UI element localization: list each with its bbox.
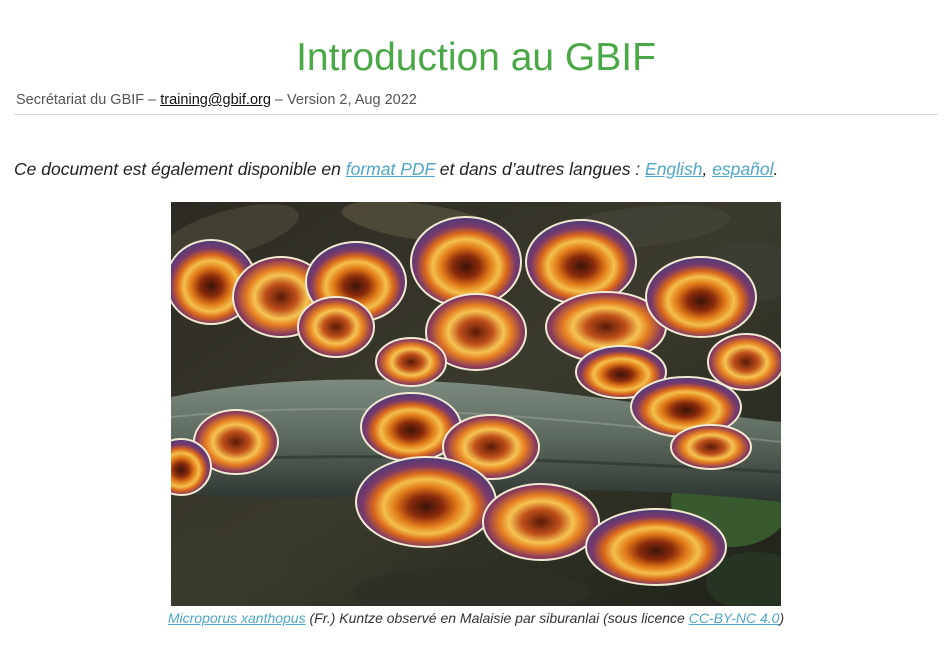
language-separator: , [702, 159, 708, 179]
species-link[interactable]: Microporus xanthopus [168, 610, 306, 626]
figure-caption: Microporus xanthopus (Fr.) Kuntze observ… [0, 608, 952, 628]
availability-note: Ce document est également disponible en … [14, 157, 778, 181]
pdf-link[interactable]: format PDF [346, 159, 435, 179]
page-title: Introduction au GBIF [296, 36, 656, 79]
page: Introduction au GBIF Secrétariat du GBIF… [0, 0, 952, 645]
email-link[interactable]: training@gbif.org [160, 92, 271, 108]
byline: Secrétariat du GBIF – training@gbif.org … [16, 90, 417, 110]
fungi-photo [171, 202, 781, 606]
availability-text-2: et dans d’autres langues : [434, 159, 646, 179]
license-link[interactable]: CC-BY-NC 4.0 [689, 610, 780, 626]
caption-text: (Fr.) Kuntze observé en Malaisie par sib… [305, 610, 689, 626]
caption-end: ) [779, 610, 785, 626]
byline-prefix: Secrétariat du GBIF – [16, 92, 161, 108]
availability-end: . [773, 159, 779, 179]
spanish-link[interactable]: español [712, 159, 773, 179]
byline-suffix: – Version 2, Aug 2022 [270, 92, 417, 108]
availability-text-1: Ce document est également disponible en [14, 159, 346, 179]
header-divider [14, 114, 938, 115]
english-link[interactable]: English [645, 159, 702, 179]
